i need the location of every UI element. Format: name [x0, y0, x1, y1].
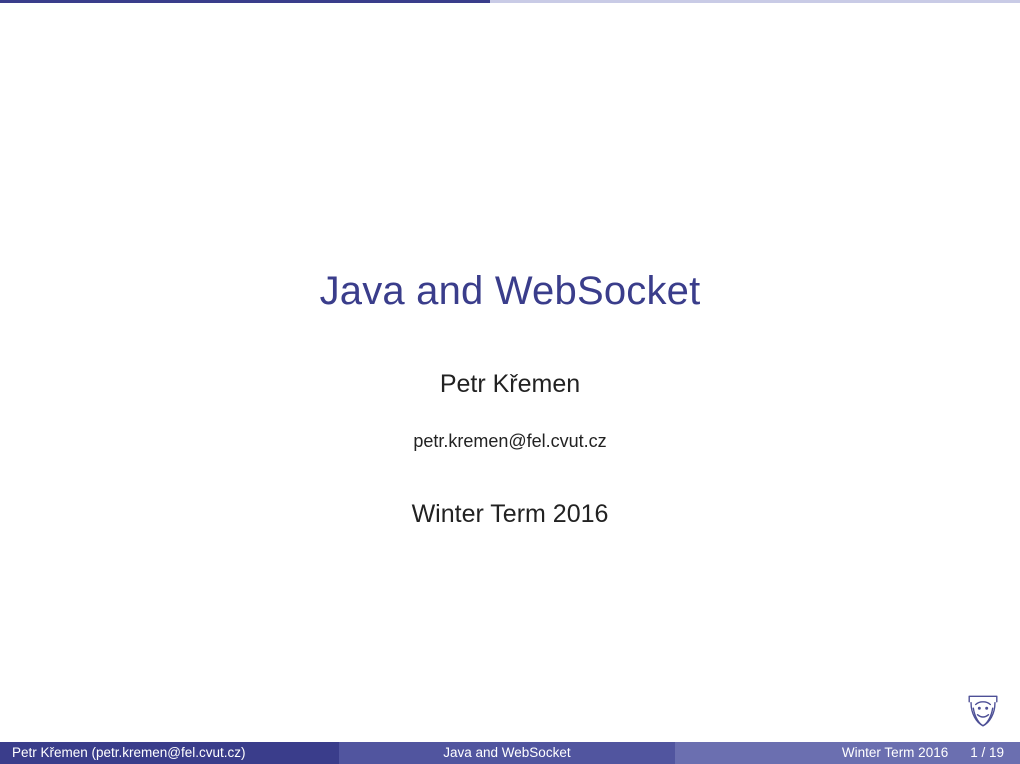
footer-bar: Petr Křemen (petr.kremen@fel.cvut.cz) Ja…	[0, 742, 1020, 764]
footer-term: Winter Term 2016	[842, 742, 948, 764]
slide-title: Java and WebSocket	[320, 269, 701, 314]
slide-author: Petr Křemen	[440, 370, 580, 399]
slide-body: Java and WebSocket Petr Křemen petr.krem…	[0, 0, 1020, 738]
slide-term: Winter Term 2016	[412, 500, 609, 529]
footer-title: Java and WebSocket	[339, 742, 676, 764]
footer-right: Winter Term 2016 1 / 19	[675, 742, 1020, 764]
footer-page: 1 / 19	[970, 742, 1004, 764]
cvut-lion-logo-icon	[960, 688, 1006, 734]
footer-author: Petr Křemen (petr.kremen@fel.cvut.cz)	[0, 742, 339, 764]
slide-email: petr.kremen@fel.cvut.cz	[413, 431, 606, 452]
